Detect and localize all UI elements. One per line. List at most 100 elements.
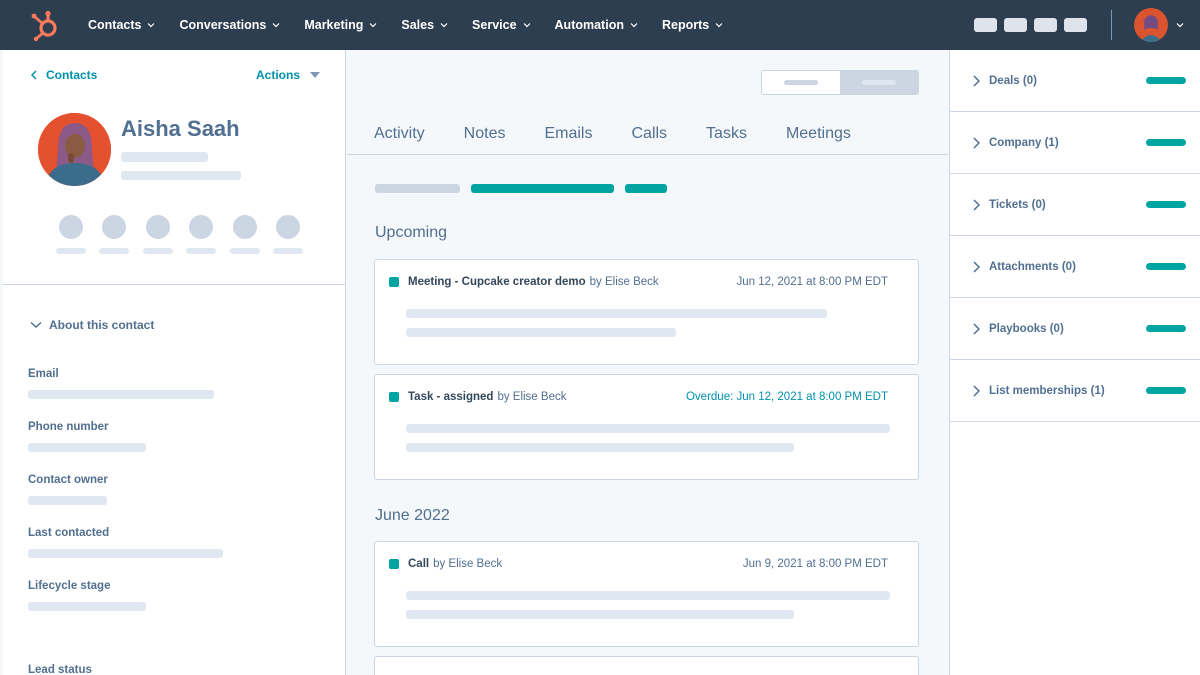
quick-action-email[interactable]	[93, 215, 137, 254]
field-label-contact-owner: Contact owner	[28, 474, 108, 486]
hubspot-logo-icon[interactable]	[28, 7, 64, 43]
view-toggle	[761, 70, 919, 95]
nav-item-marketing[interactable]: Marketing	[304, 18, 377, 32]
chevron-down-icon	[30, 321, 42, 329]
chevron-down-icon	[272, 23, 280, 28]
field-value-email[interactable]	[28, 390, 214, 399]
back-to-contacts-link[interactable]: Contacts	[30, 68, 97, 82]
status-bar	[1146, 387, 1186, 394]
tab-notes[interactable]: Notes	[464, 125, 506, 143]
timeline-card-task[interactable]: Task - assigned by Elise Beck Overdue: J…	[374, 374, 919, 480]
timeline-card-call[interactable]: Call by Elise Beck Jun 9, 2021 at 8:00 P…	[374, 541, 919, 647]
field-label-lifecycle-stage: Lifecycle stage	[28, 580, 111, 592]
filter-chip-active[interactable]	[471, 184, 614, 193]
status-bar	[1146, 325, 1186, 332]
timeline-card-partial[interactable]	[374, 656, 919, 675]
nav-item-service[interactable]: Service	[472, 18, 530, 32]
field-label-phone: Phone number	[28, 421, 109, 433]
nav-item-reports[interactable]: Reports	[662, 18, 723, 32]
filter-placeholder[interactable]	[375, 184, 460, 193]
quick-action-note[interactable]	[49, 215, 93, 254]
status-bar	[1146, 201, 1186, 208]
status-bar	[1146, 139, 1186, 146]
nav-utility-button-1[interactable]	[974, 18, 997, 32]
status-bar	[1146, 77, 1186, 84]
field-value-lifecycle-stage[interactable]	[28, 602, 146, 611]
nav-item-conversations[interactable]: Conversations	[179, 18, 280, 32]
sidebar-item-list-memberships[interactable]: List memberships (1)	[950, 360, 1200, 422]
nav-item-contacts[interactable]: Contacts	[88, 18, 155, 32]
chevron-left-icon	[30, 70, 37, 80]
chevron-right-icon	[973, 74, 980, 87]
tab-meetings[interactable]: Meetings	[786, 125, 851, 143]
top-nav: Contacts Conversations Marketing Sales S…	[0, 0, 1200, 50]
sidebar-item-playbooks[interactable]: Playbooks (0)	[950, 298, 1200, 360]
field-value-contact-owner[interactable]	[28, 496, 107, 505]
section-heading-june-2022: June 2022	[375, 507, 450, 524]
chevron-right-icon	[973, 198, 980, 211]
card-date: Jun 9, 2021 at 8:00 PM EDT	[742, 558, 888, 570]
chevron-down-icon	[523, 23, 530, 28]
field-label-email: Email	[28, 368, 59, 380]
chevron-down-icon	[369, 23, 377, 28]
nav-divider	[1111, 10, 1112, 40]
view-toggle-option-2[interactable]	[840, 71, 918, 94]
activity-tabs: Activity Notes Emails Calls Tasks Meetin…	[374, 125, 890, 143]
nav-utility-button-3[interactable]	[1034, 18, 1057, 32]
contact-company-placeholder	[121, 171, 241, 180]
quick-action-call[interactable]	[136, 215, 180, 254]
chevron-right-icon	[973, 136, 980, 149]
tab-tasks[interactable]: Tasks	[706, 125, 747, 143]
nav-item-sales[interactable]: Sales	[401, 18, 448, 32]
nav-menu: Contacts Conversations Marketing Sales S…	[88, 18, 747, 32]
view-toggle-option-1[interactable]	[762, 71, 840, 94]
chevron-down-icon	[715, 23, 723, 28]
quick-action-meeting[interactable]	[223, 215, 267, 254]
quick-actions	[49, 215, 310, 254]
user-avatar[interactable]	[1134, 8, 1168, 42]
nav-utility-button-2[interactable]	[1004, 18, 1027, 32]
about-contact-toggle[interactable]: About this contact	[30, 318, 154, 332]
sidebar-item-deals[interactable]: Deals (0)	[950, 50, 1200, 112]
field-value-phone[interactable]	[28, 443, 146, 452]
nav-item-automation[interactable]: Automation	[555, 18, 638, 32]
section-heading-upcoming: Upcoming	[375, 224, 448, 241]
tab-calls[interactable]: Calls	[631, 125, 667, 143]
timeline-card-meeting[interactable]: Meeting - Cupcake creator demo by Elise …	[374, 259, 919, 365]
call-icon	[389, 559, 399, 569]
tabs-divider	[347, 154, 948, 155]
card-date: Jun 12, 2021 at 8:00 PM EDT	[736, 276, 888, 288]
contact-header: Contacts Actions Aisha Saah	[3, 50, 345, 285]
chevron-right-icon	[973, 260, 980, 273]
nav-utility-button-4[interactable]	[1064, 18, 1087, 32]
contact-sidebar: Contacts Actions Aisha Saah About this c…	[3, 50, 346, 675]
chevron-right-icon	[973, 384, 980, 397]
field-label-lead-status: Lead status	[28, 664, 92, 675]
contact-name: Aisha Saah	[121, 116, 240, 141]
tab-activity[interactable]: Activity	[374, 125, 425, 143]
activity-timeline: Activity Notes Emails Calls Tasks Meetin…	[347, 50, 948, 675]
meeting-icon	[389, 277, 399, 287]
chevron-right-icon	[973, 322, 980, 335]
chevron-down-icon	[630, 23, 638, 28]
chevron-down-icon	[148, 23, 155, 28]
associations-sidebar: Deals (0) Company (1) Tickets (0) Attach…	[949, 50, 1200, 675]
status-bar	[1146, 263, 1186, 270]
nav-utilities	[967, 0, 1184, 50]
quick-action-more[interactable]	[267, 215, 311, 254]
caret-down-icon	[310, 72, 321, 78]
sidebar-item-company[interactable]: Company (1)	[950, 112, 1200, 174]
task-icon	[389, 392, 399, 402]
filter-chip-small[interactable]	[625, 184, 667, 193]
tab-emails[interactable]: Emails	[544, 125, 592, 143]
chevron-down-icon	[440, 23, 448, 28]
chevron-down-icon[interactable]	[1176, 21, 1184, 29]
actions-dropdown[interactable]: Actions	[256, 68, 321, 82]
field-value-last-contacted[interactable]	[28, 549, 223, 558]
quick-action-task[interactable]	[180, 215, 224, 254]
card-date-overdue: Overdue: Jun 12, 2021 at 8:00 PM EDT	[685, 391, 888, 403]
contact-subtitle-placeholder	[121, 152, 208, 162]
contact-avatar	[38, 113, 111, 186]
sidebar-item-attachments[interactable]: Attachments (0)	[950, 236, 1200, 298]
sidebar-item-tickets[interactable]: Tickets (0)	[950, 174, 1200, 236]
